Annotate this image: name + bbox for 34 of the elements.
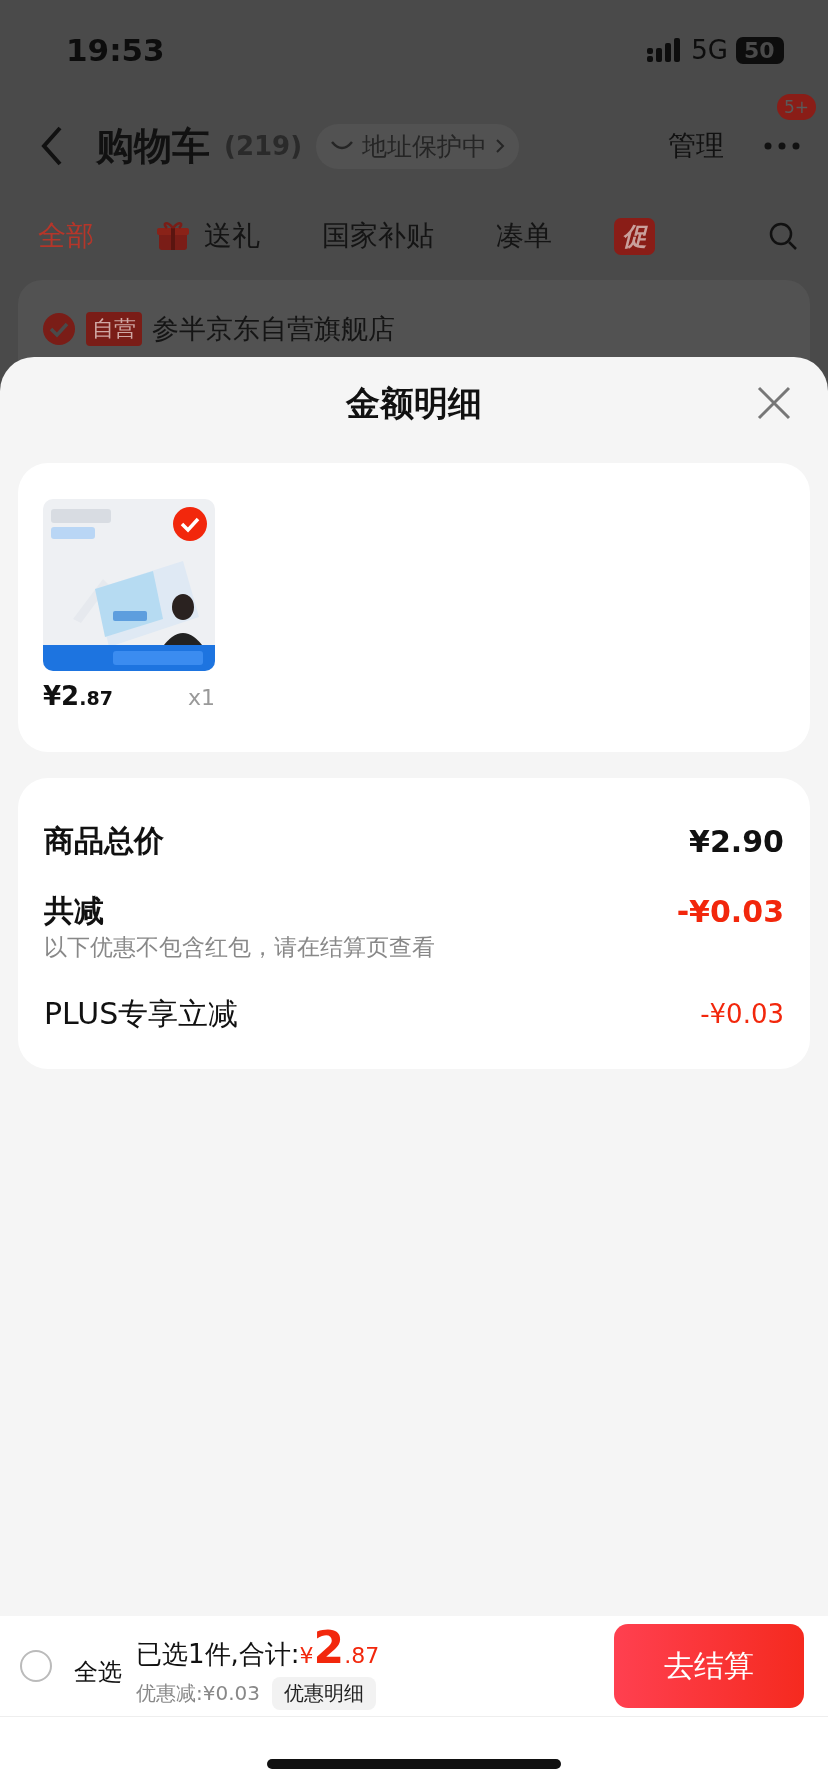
summary-label: 商品总价: [44, 821, 164, 860]
summary-value: -¥0.03: [676, 893, 784, 929]
select-all-label[interactable]: 全选: [74, 1656, 122, 1688]
savings-text: 优惠减:¥0.03: [136, 1680, 260, 1707]
tab[interactable]: 全部: [38, 217, 94, 255]
page-title: 购物车: [96, 122, 210, 170]
sheet-title: 金额明细: [346, 382, 482, 425]
status-time: 19:53: [66, 32, 165, 68]
product-price: ¥2.87: [43, 681, 113, 711]
battery-level: 50: [736, 36, 784, 64]
summary-label: 共减: [44, 891, 104, 930]
chevron-icon: [495, 138, 506, 154]
network-label: 5G: [691, 35, 728, 65]
notification-badge: 5+: [776, 94, 816, 120]
summary-label: PLUS专享立减: [44, 994, 239, 1033]
select-all-radio[interactable]: [20, 1650, 52, 1682]
checkbox[interactable]: [42, 312, 76, 346]
check-icon[interactable]: [173, 507, 207, 541]
discount-details-button[interactable]: 优惠明细: [272, 1677, 376, 1710]
summary-note: 以下优惠不包含红包，请在结算页查看: [44, 933, 436, 962]
manage-link[interactable]: 管理: [668, 127, 724, 165]
promo-tab[interactable]: 促: [614, 217, 655, 255]
close-icon[interactable]: [756, 385, 792, 421]
store-name[interactable]: 参半京东自营旗舰店: [152, 311, 395, 347]
back-icon[interactable]: [40, 125, 64, 167]
search-icon[interactable]: [768, 221, 798, 251]
summary-value: ¥2.90: [689, 823, 784, 859]
total-text: 已选1件,合计:¥2.87: [136, 1622, 380, 1673]
summary-value: -¥0.03: [700, 999, 784, 1029]
gift-icon: [156, 220, 190, 252]
self-operated-badge: 自营: [86, 312, 142, 346]
checkout-button[interactable]: 去结算: [614, 1624, 804, 1708]
product-quantity: x1: [187, 685, 215, 710]
smile-icon: [330, 140, 355, 152]
